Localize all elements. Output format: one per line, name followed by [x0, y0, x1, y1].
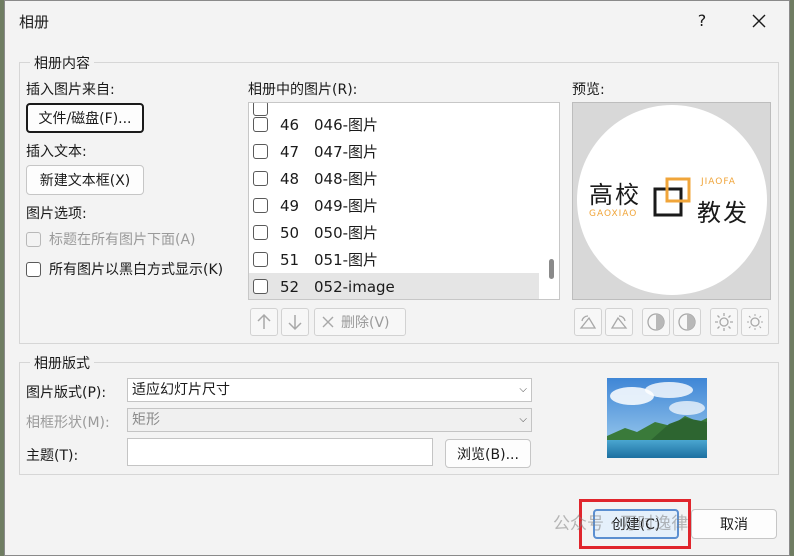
- caption-below-option[interactable]: 标题在所有图片下面(A): [26, 229, 196, 249]
- delete-button[interactable]: 删除(V): [314, 308, 406, 336]
- list-item-name: 051-图片: [314, 251, 379, 269]
- list-item[interactable]: 48 048-图片: [249, 165, 539, 192]
- logo-cn-bottom: 教发: [697, 199, 749, 227]
- photo-album-dialog: 相册 ? 相册内容 插入图片来自: 文件/磁盘(F)... 插入文本: 新建文本…: [4, 0, 790, 556]
- scrollbar-thumb[interactable]: [549, 259, 554, 279]
- chevron-down-icon: ⌵: [519, 414, 527, 425]
- arrow-down-icon: [288, 315, 302, 331]
- logo-en-right: JIAOFA: [701, 177, 736, 187]
- list-item-number: 49: [280, 196, 300, 215]
- insert-text-label: 插入文本:: [26, 144, 87, 160]
- list-item-name: 048-图片: [314, 170, 379, 188]
- contrast-up-icon: [647, 313, 665, 331]
- list-item-checkbox[interactable]: [253, 198, 268, 213]
- delete-label: 删除(V): [341, 315, 390, 331]
- delete-x-icon: [322, 316, 334, 328]
- logo-en-left: GAOXIAO: [589, 209, 638, 219]
- rotate-left-icon: [579, 315, 597, 329]
- theme-label: 主题(T):: [26, 448, 79, 464]
- list-item[interactable]: 46 046-图片: [249, 111, 539, 138]
- list-item-name: 050-图片: [314, 224, 379, 242]
- list-item-checkbox[interactable]: [253, 117, 268, 132]
- layout-preview-thumbnail: [607, 378, 707, 458]
- arrow-up-icon: [257, 313, 271, 329]
- black-white-label: 所有图片以黑白方式显示(K): [49, 262, 224, 278]
- file-disk-button[interactable]: 文件/磁盘(F)...: [26, 103, 144, 133]
- cancel-button[interactable]: 取消: [691, 509, 777, 539]
- picture-layout-value: 适应幻灯片尺寸: [132, 382, 230, 398]
- list-item-number: 47: [280, 142, 300, 161]
- list-item-checkbox[interactable]: [253, 144, 268, 159]
- browse-button[interactable]: 浏览(B)...: [445, 439, 531, 468]
- pictures-listbox[interactable]: 46 046-图片 47 047-图片 48 048-图片 49 049-图片 …: [248, 102, 560, 300]
- list-item-selected[interactable]: 52 052-image: [249, 273, 539, 299]
- album-content-title: 相册内容: [30, 53, 94, 73]
- logo-mark-icon: [653, 177, 691, 217]
- list-item[interactable]: 49 049-图片: [249, 192, 539, 219]
- list-item-checkbox[interactable]: [253, 279, 268, 294]
- logo-cn-top: 高校: [589, 181, 641, 209]
- preview-pane: 高校 GAOXIAO JIAOFA 教发: [572, 102, 771, 300]
- contrast-up-button[interactable]: [642, 308, 670, 336]
- list-item-number: 51: [280, 250, 300, 269]
- picture-layout-select[interactable]: 适应幻灯片尺寸 ⌵: [127, 378, 532, 402]
- caption-below-checkbox[interactable]: [26, 231, 41, 247]
- frame-shape-select[interactable]: 矩形 ⌵: [127, 408, 532, 432]
- close-icon: [752, 14, 766, 28]
- list-item[interactable]: 51 051-图片: [249, 246, 539, 273]
- preview-label: 预览:: [572, 82, 605, 98]
- brightness-down-button[interactable]: [741, 308, 769, 336]
- window-title: 相册: [19, 13, 50, 31]
- black-white-checkbox[interactable]: [26, 261, 41, 277]
- list-item-checkbox[interactable]: [253, 225, 268, 240]
- album-layout-title: 相册版式: [30, 353, 94, 373]
- contrast-down-button[interactable]: [673, 308, 701, 336]
- picture-layout-label: 图片版式(P):: [26, 385, 107, 401]
- list-item-checkbox[interactable]: [253, 252, 268, 267]
- move-down-button[interactable]: [281, 308, 309, 336]
- frame-shape-label: 相框形状(M):: [26, 415, 110, 431]
- insert-from-label: 插入图片来自:: [26, 82, 115, 98]
- brightness-up-button[interactable]: [710, 308, 738, 336]
- list-item[interactable]: 50 050-图片: [249, 219, 539, 246]
- list-item-name: 046-图片: [314, 116, 379, 134]
- rotate-right-button[interactable]: [605, 308, 633, 336]
- rotate-left-button[interactable]: [574, 308, 602, 336]
- brightness-up-icon: [715, 313, 733, 331]
- landscape-thumbnail-image: [607, 378, 707, 458]
- list-scrollbar[interactable]: [545, 103, 559, 299]
- list-item-name: 047-图片: [314, 143, 379, 161]
- caption-below-label: 标题在所有图片下面(A): [49, 232, 196, 248]
- list-item-checkbox[interactable]: [253, 171, 268, 186]
- brightness-down-icon: [747, 314, 763, 330]
- logo-preview-image: 高校 GAOXIAO JIAOFA 教发: [577, 105, 767, 295]
- watermark-text: 公众号 · 万时逸律: [553, 514, 689, 534]
- list-item-name: 052-image: [314, 277, 395, 296]
- pictures-list-label: 相册中的图片(R):: [248, 82, 358, 98]
- move-up-button[interactable]: [250, 308, 278, 336]
- list-item-number: 50: [280, 223, 300, 242]
- title-bar: 相册 ?: [5, 1, 789, 41]
- list-item-number: 48: [280, 169, 300, 188]
- list-item-name: 049-图片: [314, 197, 379, 215]
- help-button[interactable]: ?: [689, 9, 715, 33]
- list-item-number: 52: [280, 277, 300, 296]
- new-textbox-button[interactable]: 新建文本框(X): [26, 165, 144, 195]
- chevron-down-icon: ⌵: [519, 384, 527, 395]
- list-item-number: 46: [280, 115, 300, 134]
- frame-shape-value: 矩形: [132, 412, 160, 428]
- picture-options-label: 图片选项:: [26, 206, 87, 222]
- contrast-down-icon: [678, 313, 696, 331]
- close-button[interactable]: [743, 7, 775, 35]
- black-white-option[interactable]: 所有图片以黑白方式显示(K): [26, 259, 223, 279]
- theme-input[interactable]: [127, 438, 433, 466]
- list-item[interactable]: 47 047-图片: [249, 138, 539, 165]
- rotate-right-icon: [610, 315, 628, 329]
